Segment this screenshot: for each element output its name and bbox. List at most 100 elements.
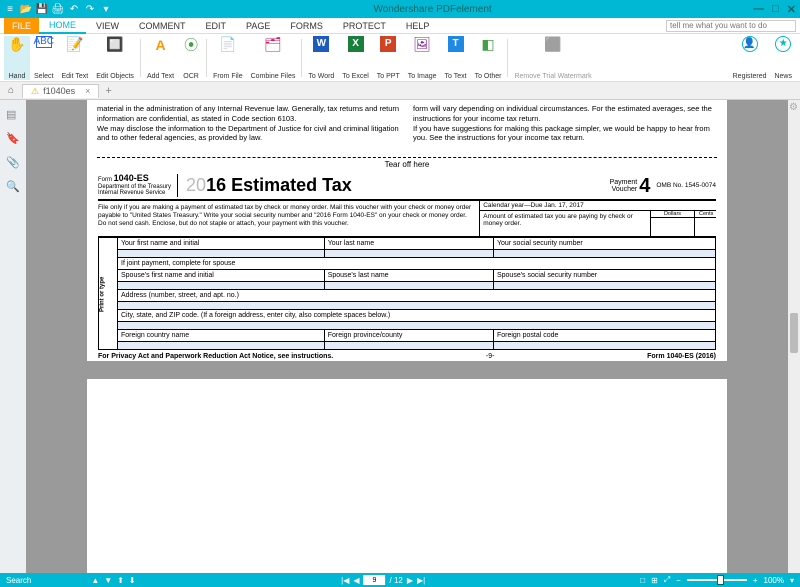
text-icon: T (448, 36, 464, 52)
other-icon: ◧ (479, 36, 497, 54)
view-fit-icon[interactable]: ⤢ (664, 575, 670, 585)
attachments-icon[interactable]: 📎 (6, 156, 20, 170)
menu-comment[interactable]: COMMENT (129, 18, 196, 34)
print-icon[interactable]: 🖨 (52, 3, 64, 15)
scrollbar-thumb[interactable] (790, 313, 798, 353)
quick-dropdown-icon[interactable]: ▾ (100, 3, 112, 15)
page-total: / 12 (390, 576, 403, 585)
menu-view[interactable]: VIEW (86, 18, 129, 34)
tab-close-icon[interactable]: × (85, 86, 90, 96)
voucher-instructions: File only if you are making a payment of… (98, 201, 480, 236)
zoom-value: 100% (764, 576, 784, 585)
view-single-icon[interactable]: □ (640, 576, 645, 585)
menubar: FILE HOME VIEW COMMENT EDIT PAGE FORMS P… (0, 18, 800, 34)
amount-label: Amount of estimated tax you are paying b… (480, 211, 650, 236)
page-navigator: |◀ ◀ / 12 ▶ ▶| (341, 575, 425, 585)
ocr-icon: ⦿ (182, 36, 200, 54)
privacy-notice: For Privacy Act and Paperwork Reduction … (98, 353, 333, 360)
titlebar: ≡ 📂 💾 🖨 ↶ ↷ ▾ Wondershare PDFelement — □… (0, 0, 800, 18)
close-button[interactable]: ✕ (787, 3, 796, 16)
statusbar: Search ▲ ▼ ⬆ ⬇ |◀ ◀ / 12 ▶ ▶| □ ⊞ ⤢ − + … (0, 573, 800, 587)
redo-icon[interactable]: ↷ (84, 3, 96, 15)
gear-icon[interactable]: ⚙ (789, 102, 798, 113)
tool-to-excel[interactable]: XTo Excel (338, 36, 372, 80)
excel-icon: X (348, 36, 364, 52)
view-facing-icon[interactable]: ⊞ (651, 576, 658, 585)
hand-icon: ✋ (8, 36, 26, 54)
edit-objects-icon: 🔲 (106, 36, 124, 54)
menu-icon[interactable]: ≡ (4, 3, 16, 15)
bookmarks-icon[interactable]: 🔖 (6, 132, 20, 146)
menu-forms[interactable]: FORMS (280, 18, 333, 34)
page-number: -9- (486, 353, 495, 360)
watermark-icon: ⬛ (544, 36, 562, 54)
zoom-menu-icon[interactable]: ▾ (790, 576, 794, 585)
tab-home-icon[interactable]: ⌂ (4, 84, 18, 98)
news-button[interactable]: ★News (770, 36, 796, 80)
tabbar: ⌂ ⚠ f1040es × + (0, 82, 800, 100)
ppt-icon: P (380, 36, 396, 52)
combine-icon: 🗂 (264, 36, 282, 54)
tool-to-other[interactable]: ◧To Other (471, 36, 506, 80)
undo-icon[interactable]: ↶ (68, 3, 80, 15)
ribbon: ✋Hand ABCSelect 📝Edit Text 🔲Edit Objects… (0, 34, 800, 82)
document-viewport[interactable]: material in the administration of any In… (26, 100, 788, 573)
registered-button[interactable]: 👤Registered (729, 36, 771, 80)
tool-add-text[interactable]: AAdd Text (143, 36, 178, 80)
menu-home[interactable]: HOME (39, 18, 86, 34)
prev-page-button[interactable]: ◀ (353, 576, 359, 585)
tool-combine-files[interactable]: 🗂Combine Files (247, 36, 300, 80)
word-icon: W (313, 36, 329, 52)
document-tab[interactable]: ⚠ f1040es × (22, 84, 99, 98)
form-header: Form 1040-ES Department of the Treasury … (98, 174, 716, 201)
zoom-in-button[interactable]: + (753, 576, 758, 585)
app-title: Wondershare PDFelement (112, 4, 753, 15)
tool-hand[interactable]: ✋Hand (4, 36, 30, 80)
first-page-button[interactable]: |◀ (341, 576, 349, 585)
zoom-slider[interactable] (687, 579, 747, 581)
tool-edit-objects[interactable]: 🔲Edit Objects (92, 36, 138, 80)
file-menu[interactable]: FILE (4, 18, 39, 34)
edit-text-icon: 📝 (66, 36, 84, 54)
tool-to-text[interactable]: TTo Text (441, 36, 471, 80)
search-panel-icon[interactable]: 🔍 (6, 180, 20, 194)
tool-select[interactable]: ABCSelect (30, 36, 57, 80)
menu-edit[interactable]: EDIT (196, 18, 237, 34)
save-icon[interactable]: 💾 (36, 3, 48, 15)
nav-top-icon[interactable]: ⬆ (117, 576, 124, 585)
tool-from-file[interactable]: 📄From File (209, 36, 247, 80)
tab-add-button[interactable]: + (105, 85, 111, 97)
vertical-scrollbar[interactable] (788, 100, 800, 573)
body-text-right: form will vary depending on individual c… (413, 104, 717, 143)
menu-help[interactable]: HELP (396, 18, 440, 34)
maximize-button[interactable]: □ (772, 3, 779, 16)
page-input[interactable] (364, 575, 386, 585)
nav-up-icon[interactable]: ▲ (91, 576, 99, 585)
menu-page[interactable]: PAGE (236, 18, 280, 34)
tool-to-image[interactable]: 🖼To Image (404, 36, 441, 80)
open-icon[interactable]: 📂 (20, 3, 32, 15)
image-icon: 🖼 (413, 36, 431, 54)
minimize-button[interactable]: — (753, 3, 764, 16)
voucher-table: Print or type Your first name and initia… (98, 237, 716, 350)
tool-remove-watermark[interactable]: ⬛Remove Trial Watermark (510, 36, 595, 80)
status-search[interactable]: Search (6, 576, 31, 585)
menu-protect[interactable]: PROTECT (333, 18, 396, 34)
add-text-icon: A (152, 36, 170, 54)
thumbnails-icon[interactable]: ▤ (6, 108, 20, 122)
tool-edit-text[interactable]: 📝Edit Text (57, 36, 92, 80)
nav-bottom-icon[interactable]: ⬇ (129, 576, 136, 585)
left-sidebar: ▤ 🔖 📎 🔍 (0, 100, 26, 573)
user-icon: 👤 (742, 36, 758, 52)
tool-ocr[interactable]: ⦿OCR (178, 36, 204, 80)
last-page-button[interactable]: ▶| (417, 576, 425, 585)
tearoff-label: Tear off here (97, 157, 717, 169)
quick-access: ≡ 📂 💾 🖨 ↶ ↷ ▾ (4, 3, 112, 15)
tool-to-ppt[interactable]: PTo PPT (373, 36, 404, 80)
window-controls: — □ ✕ (753, 3, 796, 16)
zoom-out-button[interactable]: − (676, 576, 681, 585)
nav-down-icon[interactable]: ▼ (104, 576, 112, 585)
next-page-button[interactable]: ▶ (407, 576, 413, 585)
tell-me-search[interactable] (666, 20, 796, 32)
tool-to-word[interactable]: WTo Word (304, 36, 338, 80)
